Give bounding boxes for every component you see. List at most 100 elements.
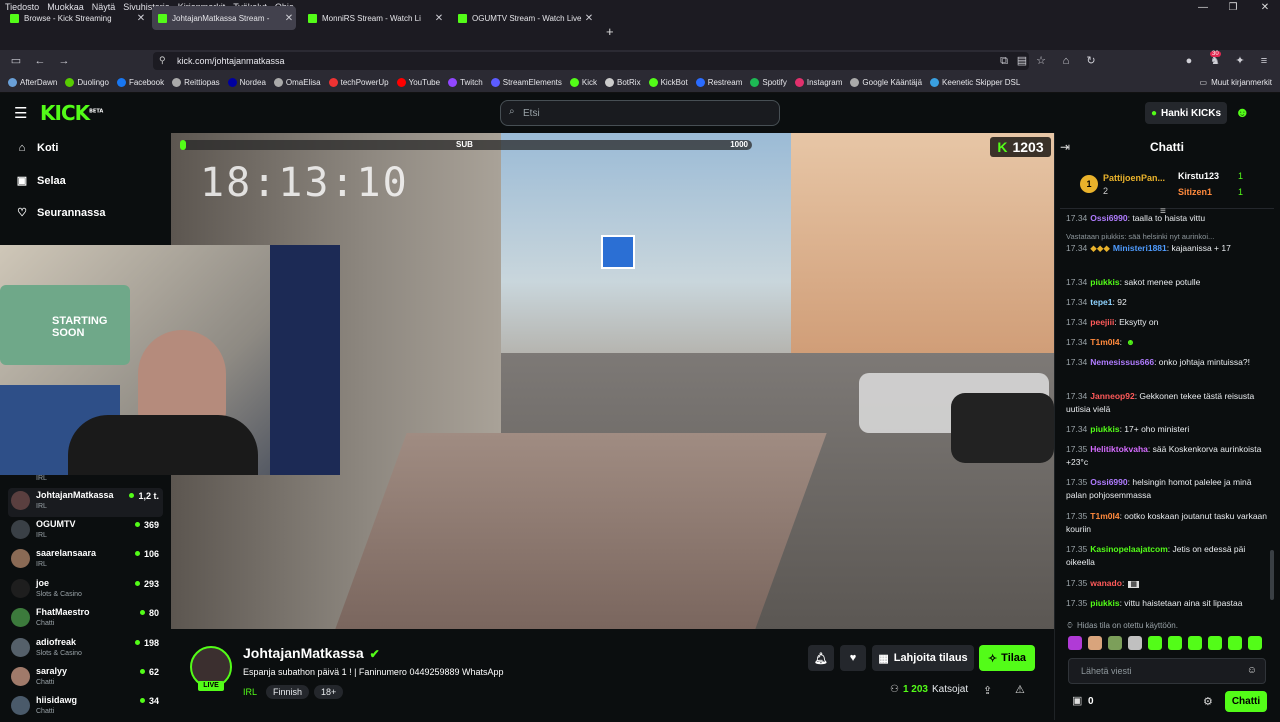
emote-icon[interactable] [1168, 636, 1182, 650]
emote-icon[interactable] [1188, 636, 1202, 650]
subscribe-button[interactable]: ✧ Tilaa [979, 645, 1035, 671]
report-icon[interactable]: ⚠ [1015, 683, 1025, 696]
bookmark-techpowerup[interactable]: techPowerUp [328, 77, 389, 87]
chat-user[interactable]: Janneop92 [1090, 391, 1134, 401]
close-tab-icon[interactable]: ✕ [432, 13, 446, 24]
emote-icon[interactable] [1128, 636, 1142, 650]
close-tab-icon[interactable]: ✕ [282, 13, 296, 24]
category-link[interactable]: IRL [243, 687, 257, 697]
menu-icon[interactable]: ≡ [1255, 52, 1273, 70]
bookmark-duolingo[interactable]: Duolingo [65, 77, 109, 87]
channel-item-fhatmaestro[interactable]: FhatMaestro Chatti 80 [8, 605, 163, 634]
bookmark-omaelisa[interactable]: OmaElisa [273, 77, 321, 87]
chat-user[interactable]: Helitiktokvaha [1090, 444, 1148, 454]
minimize-icon[interactable]: — [1188, 0, 1218, 14]
channel-item-saralyy[interactable]: saralyy Chatti 62 [8, 664, 163, 693]
emote-icon[interactable] [1108, 636, 1122, 650]
back-icon[interactable]: ← [31, 52, 49, 70]
tab-johtajanmatkassa[interactable]: JohtajanMatkassa Stream - ✕ [152, 6, 296, 30]
bookmark-keenetic[interactable]: Keenetic Skipper DSL [930, 77, 1020, 87]
chat-scrollbar[interactable] [1270, 550, 1274, 600]
emoji-icon[interactable]: ☺ [1247, 665, 1257, 676]
bookmark-other-folder[interactable]: ▭ Muut kirjanmerkit [1200, 78, 1272, 87]
tab-ogumtv[interactable]: OGUMTV Stream - Watch Live o ✕ [452, 6, 596, 30]
home-icon[interactable]: ⌂ [1057, 52, 1075, 70]
chat-user[interactable]: piukkis [1090, 277, 1119, 287]
collapse-chat-icon[interactable]: ⇥ [1060, 140, 1070, 154]
emote-icon[interactable] [1248, 636, 1262, 650]
tab-browse[interactable]: Browse - Kick Streaming ✕ [4, 6, 148, 30]
chat-message-input[interactable]: Lähetä viesti ☺ [1068, 658, 1266, 684]
notify-bell-button[interactable]: 🔔︎ [808, 645, 834, 671]
chat-user[interactable]: tepe1 [1090, 297, 1112, 307]
bookmark-botrix[interactable]: BotRix [605, 77, 641, 87]
forward-icon[interactable]: → [55, 52, 73, 70]
leader-name[interactable]: Kirstu123 [1178, 171, 1219, 181]
hamburger-icon[interactable]: ☰ [14, 104, 27, 122]
screenshot-icon[interactable]: ⧉ [995, 52, 1013, 70]
site-info-icon[interactable]: ⚲ [159, 55, 166, 66]
chat-user[interactable]: piukkis [1090, 598, 1119, 608]
bookmark-kick[interactable]: Kick [569, 77, 597, 87]
bookmark-twitch[interactable]: Twitch [448, 77, 483, 87]
close-tab-icon[interactable]: ✕ [582, 13, 596, 24]
nav-browse[interactable]: ▣ Selaa [15, 174, 66, 188]
account-icon[interactable]: ● [1180, 52, 1198, 70]
chat-user[interactable]: Ministeri1881 [1113, 243, 1167, 253]
chat-user[interactable]: wanado [1090, 578, 1122, 588]
emote-icon[interactable] [1148, 636, 1162, 650]
channel-item-saarelansaara[interactable]: saarelansaara IRL 106 [8, 546, 163, 575]
bookmark-kickbot[interactable]: KickBot [648, 77, 688, 87]
channel-item-hiisidawg[interactable]: hiisidawg Chatti 34 [8, 693, 163, 722]
reload-icon[interactable]: ↻ [1082, 52, 1100, 70]
reader-icon[interactable]: ▤ [1013, 52, 1031, 70]
chat-user[interactable]: Ossi6990 [1090, 213, 1127, 223]
bookmark-youtube[interactable]: YouTube [396, 77, 440, 87]
close-tab-icon[interactable]: ✕ [134, 13, 148, 24]
tag-pill[interactable]: 18+ [314, 684, 344, 699]
chat-user[interactable]: T1m0I4 [1090, 511, 1119, 521]
sidebar-toggle-icon[interactable]: ▭ [7, 52, 25, 70]
user-avatar-icon[interactable]: ☻ [1235, 104, 1250, 120]
bookmark-afterdawn[interactable]: AfterDawn [8, 77, 57, 87]
bookmark-google-translate[interactable]: Google Kääntäjä [850, 77, 922, 87]
chat-user[interactable]: Kasinopelaajatcom [1090, 544, 1167, 554]
streamer-name[interactable]: JohtajanMatkassa ✔ [243, 645, 380, 661]
kick-logo[interactable]: KICKBETA [40, 101, 103, 125]
chat-user[interactable]: Ossi6990 [1090, 477, 1127, 487]
emote-icon[interactable] [1228, 636, 1242, 650]
channel-item-adiofreak[interactable]: adiofreak Slots & Casino 198 [8, 635, 163, 664]
follow-heart-button[interactable]: ♥ [840, 645, 866, 671]
channel-item-ogumtv[interactable]: OGUMTV IRL 369 [8, 517, 163, 546]
leader-name[interactable]: PattijoenPan... [1103, 173, 1165, 183]
get-kicks-button[interactable]: ● Hanki KICKs [1145, 102, 1227, 124]
nav-following[interactable]: ♡ Seurannassa [15, 206, 105, 220]
bookmark-restream[interactable]: Restream [695, 77, 742, 87]
bookmark-reittiopas[interactable]: Reittiopas [172, 77, 220, 87]
extensions-icon[interactable]: ✦ [1231, 52, 1249, 70]
bookmark-facebook[interactable]: Facebook [116, 77, 164, 87]
emote-icon[interactable] [1068, 636, 1082, 650]
channel-item-joe[interactable]: joe Slots & Casino 293 [8, 576, 163, 605]
gift-box-icon[interactable]: ▣ [1072, 694, 1082, 707]
url-bar[interactable]: kick.com/johtajanmatkassa [153, 52, 1029, 70]
chat-send-button[interactable]: Chatti [1225, 691, 1267, 712]
gift-sub-button[interactable]: ▦ Lahjoita tilaus [872, 645, 974, 671]
channel-item-johtajanmatkassa[interactable]: JohtajanMatkassa IRL 1,2 t. [8, 488, 163, 517]
tag-pill[interactable]: Finnish [266, 684, 310, 699]
nav-home[interactable]: ⌂ Koti [15, 142, 59, 154]
chat-user[interactable]: T1m0I4 [1090, 337, 1119, 347]
maximize-icon[interactable]: ❐ [1218, 0, 1248, 14]
share-icon[interactable]: ⇪ [983, 684, 992, 697]
search-input[interactable]: ⌕ Etsi [500, 100, 780, 126]
close-window-icon[interactable]: ✕ [1250, 0, 1280, 14]
emote-icon[interactable] [1208, 636, 1222, 650]
bookmark-spotify[interactable]: Spotify [750, 77, 787, 87]
bookmark-instagram[interactable]: Instagram [794, 77, 842, 87]
leader-name[interactable]: Sitizen1 [1178, 187, 1212, 197]
bookmark-nordea[interactable]: Nordea [227, 77, 266, 87]
bookmark-streamelements[interactable]: StreamElements [490, 77, 562, 87]
bookmark-star-icon[interactable]: ☆ [1032, 52, 1050, 70]
chat-settings-icon[interactable]: ⚙ [1203, 695, 1213, 708]
tab-monnirs[interactable]: MonniRS Stream - Watch Li ✕ [302, 6, 446, 30]
